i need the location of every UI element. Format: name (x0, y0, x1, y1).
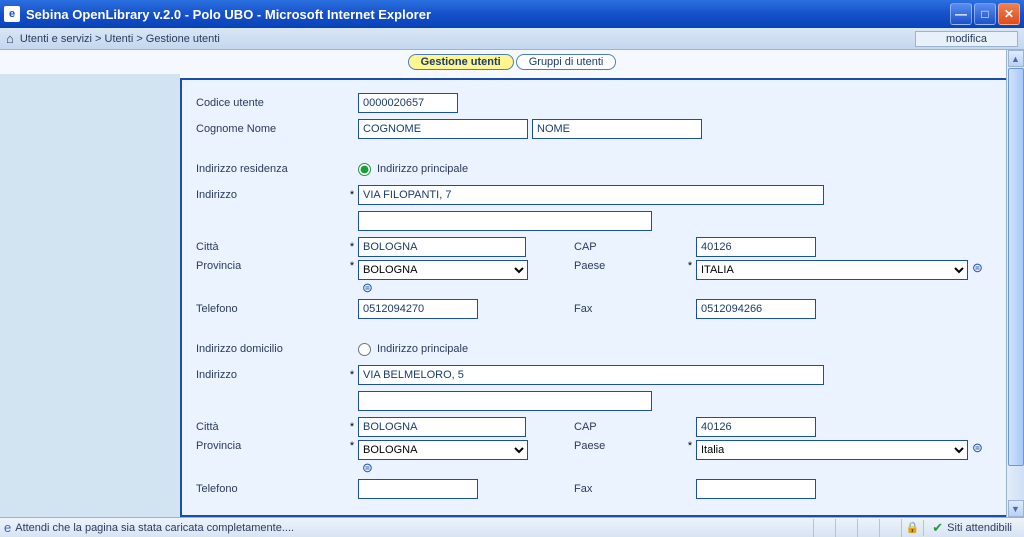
input-res-citta[interactable] (358, 237, 526, 257)
input-dom-cap[interactable] (696, 417, 816, 437)
breadcrumb: Utenti e servizi > Utenti > Gestione ute… (20, 33, 915, 45)
label-telefono-res: Telefono (196, 303, 346, 315)
label-citta-dom: Città (196, 421, 346, 433)
label-indirizzo-domicilio: Indirizzo domicilio (196, 343, 346, 355)
radio-domicilio-input[interactable] (358, 343, 371, 356)
radio-domicilio-principale[interactable]: Indirizzo principale (358, 343, 468, 356)
input-res-indirizzo1[interactable] (358, 185, 824, 205)
input-res-indirizzo2[interactable] (358, 211, 652, 231)
label-citta-res: Città (196, 241, 346, 253)
label-cognome-nome: Cognome Nome (196, 123, 346, 135)
form-panel: Codice utente Cognome Nome Indirizzo res… (180, 78, 1014, 517)
security-zone[interactable]: ✔ Siti attendibili (923, 520, 1020, 536)
lookup-icon[interactable]: ⊜ (362, 460, 528, 476)
input-res-cap[interactable] (696, 237, 816, 257)
label-indirizzo-principale-dom: Indirizzo principale (377, 343, 468, 355)
scroll-up-arrow[interactable]: ▲ (1008, 50, 1024, 67)
select-res-provincia[interactable]: BOLOGNA (358, 260, 528, 280)
home-icon[interactable]: ⌂ (6, 31, 14, 46)
security-zone-label: Siti attendibili (947, 522, 1012, 534)
label-indirizzo-dom: Indirizzo (196, 369, 346, 381)
lock-icon: 🔒 (901, 519, 923, 537)
label-fax-res: Fax (574, 303, 684, 315)
scroll-thumb[interactable] (1008, 68, 1024, 466)
input-nome[interactable] (532, 119, 702, 139)
label-paese-dom: Paese (574, 440, 684, 452)
ie-logo-icon: e (4, 520, 11, 535)
label-cap-dom: CAP (574, 421, 684, 433)
status-text: Attendi che la pagina sia stata caricata… (15, 522, 813, 534)
window-title: Sebina OpenLibrary v.2.0 - Polo UBO - Mi… (26, 7, 950, 22)
lookup-icon[interactable]: ⊜ (362, 280, 528, 296)
check-icon: ✔ (932, 520, 943, 536)
select-res-paese[interactable]: ITALIA (696, 260, 968, 280)
status-cells: 🔒 (813, 519, 923, 537)
action-row: conferma annulla esci (196, 516, 998, 517)
scroll-track[interactable] (1008, 67, 1024, 500)
lookup-icon[interactable]: ⊜ (972, 440, 983, 456)
input-cognome[interactable] (358, 119, 528, 139)
radio-residenza-principale[interactable]: Indirizzo principale (358, 163, 468, 176)
label-provincia-res: Provincia (196, 260, 346, 272)
input-dom-indirizzo1[interactable] (358, 365, 824, 385)
tab-gestione-utenti[interactable]: Gestione utenti (408, 54, 514, 70)
input-dom-telefono[interactable] (358, 479, 478, 499)
label-fax-dom: Fax (574, 483, 684, 495)
lookup-icon[interactable]: ⊜ (972, 260, 983, 276)
label-telefono-dom: Telefono (196, 483, 346, 495)
input-codice-utente[interactable] (358, 93, 458, 113)
content-area: Gestione utenti Gruppi di utenti Codice … (0, 50, 1024, 517)
label-indirizzo-res: Indirizzo (196, 189, 346, 201)
label-provincia-dom: Provincia (196, 440, 346, 452)
vertical-scrollbar[interactable]: ▲ ▼ (1006, 50, 1024, 517)
input-dom-fax[interactable] (696, 479, 816, 499)
scroll-down-arrow[interactable]: ▼ (1008, 500, 1024, 517)
input-res-telefono[interactable] (358, 299, 478, 319)
input-dom-indirizzo2[interactable] (358, 391, 652, 411)
tab-row: Gestione utenti Gruppi di utenti (0, 50, 1024, 74)
status-bar: e Attendi che la pagina sia stata carica… (0, 517, 1024, 537)
ie-icon: e (4, 6, 20, 22)
label-paese-res: Paese (574, 260, 684, 272)
label-cap-res: CAP (574, 241, 684, 253)
minimize-button[interactable]: — (950, 3, 972, 25)
label-indirizzo-residenza: Indirizzo residenza (196, 163, 346, 175)
input-dom-citta[interactable] (358, 417, 526, 437)
label-indirizzo-principale: Indirizzo principale (377, 163, 468, 175)
left-sidebar (0, 74, 180, 517)
label-codice-utente: Codice utente (196, 97, 346, 109)
modifica-box[interactable]: modifica (915, 31, 1018, 47)
input-res-fax[interactable] (696, 299, 816, 319)
window-titlebar: e Sebina OpenLibrary v.2.0 - Polo UBO - … (0, 0, 1024, 28)
select-dom-provincia[interactable]: BOLOGNA (358, 440, 528, 460)
close-button[interactable]: ✕ (998, 3, 1020, 25)
select-dom-paese[interactable]: Italia (696, 440, 968, 460)
breadcrumb-toolbar: ⌂ Utenti e servizi > Utenti > Gestione u… (0, 28, 1024, 50)
radio-residenza-input[interactable] (358, 163, 371, 176)
tab-gruppi-di-utenti[interactable]: Gruppi di utenti (516, 54, 617, 70)
maximize-button[interactable]: □ (974, 3, 996, 25)
